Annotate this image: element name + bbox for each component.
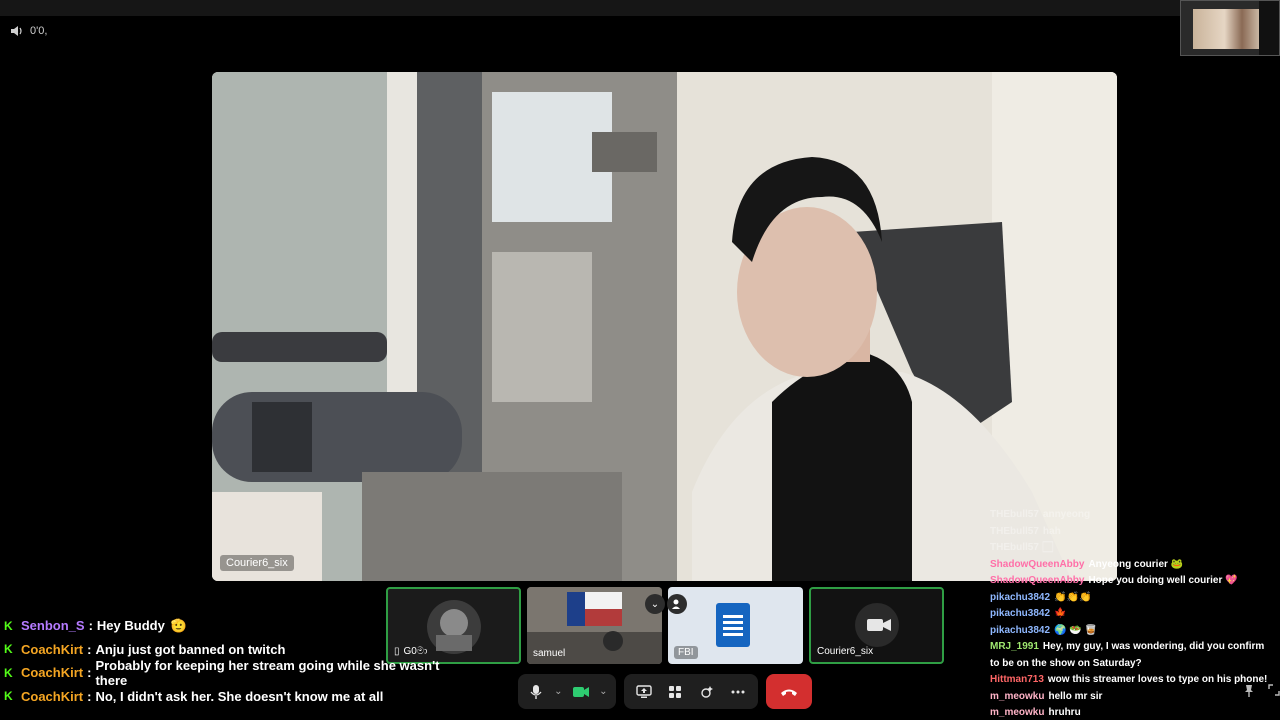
add-person-icon[interactable] <box>667 594 687 614</box>
chat-username: ShadowQueenAbby <box>990 575 1085 586</box>
chat-emoji: 🫡 <box>170 617 188 633</box>
participant-tile-3[interactable]: FBI <box>668 587 803 664</box>
chat-username: CoachKirt <box>20 665 84 681</box>
chat-separator: : <box>87 641 92 657</box>
preview-strip <box>1259 1 1279 55</box>
chat-text: 👏👏👏 <box>1054 591 1092 603</box>
preview-image <box>1193 9 1263 49</box>
av-controls: ⌄ ⌄ <box>518 674 616 709</box>
participant-name: FBI <box>674 646 698 659</box>
chat-message: m_meowku hruhru <box>990 705 1275 720</box>
chat-username: THEbull57 <box>990 525 1039 537</box>
chat-text: No, I didn't ask her. She doesn't know m… <box>95 688 384 704</box>
chat-message: THEbull57 🏻 <box>990 540 1275 557</box>
chat-username: m_meowku <box>990 707 1045 718</box>
share-controls <box>624 674 758 709</box>
chat-text: hruhru <box>1048 707 1081 718</box>
chat-separator: : <box>87 665 92 681</box>
chat-text: Hope you doing well courier 💖 <box>1088 575 1238 586</box>
chat-separator: : <box>87 688 92 704</box>
chat-username: Senbon_S <box>21 618 85 634</box>
microphone-icon[interactable] <box>524 678 548 706</box>
participant-name: Courier6_six <box>817 646 874 657</box>
participant-tile-2[interactable]: samuel <box>527 587 662 664</box>
chat-username: pikachu3842 <box>990 624 1051 636</box>
kick-badge-icon: K <box>4 665 13 680</box>
top-bar <box>0 0 1280 16</box>
end-call-button[interactable] <box>766 674 812 709</box>
chat-message: m_meowku hello mr sir <box>990 689 1275 706</box>
chat-message: THEbull57 hah <box>990 524 1275 541</box>
camera-icon[interactable] <box>569 678 593 706</box>
main-video-tile[interactable]: Courier6_six <box>212 72 1117 581</box>
chat-message: K CoachKirt : No, I didn't ask her. She … <box>4 685 474 709</box>
chat-text: hah <box>1042 525 1061 537</box>
effects-icon[interactable] <box>693 678 721 706</box>
chat-username: CoachKirt <box>21 641 84 657</box>
chat-message: Hittman713 wow this streamer loves to typ… <box>990 672 1275 689</box>
kick-badge-icon: K <box>4 642 13 657</box>
chat-overlay-right: THEbull57 annyeong THEbull57 hah THEbull57… <box>990 507 1275 720</box>
speaker-name-label: Courier6_six <box>220 555 294 571</box>
participant-label: Courier6_six <box>817 646 873 657</box>
chat-message: ShadowQueenAbby Hope you doing well couri… <box>990 573 1275 590</box>
participant-label: samuel <box>533 648 565 659</box>
chat-username: MRJ_1991 <box>990 641 1039 652</box>
pin-icon[interactable] <box>1242 684 1256 698</box>
chat-text: Hey Buddy <box>96 618 165 634</box>
chat-username: ShadowQueenAbby <box>990 558 1085 570</box>
thumbnail-controls: ⌄ <box>645 594 687 614</box>
chat-text: 🍁 <box>1054 608 1067 619</box>
kick-badge-icon: K <box>4 689 13 704</box>
chat-text: Anju just got banned on twitch <box>95 641 286 657</box>
volume-control[interactable]: 0'0, <box>10 25 47 37</box>
chat-username: m_meowku <box>990 690 1045 702</box>
chat-username: pikachu3842 <box>990 608 1051 619</box>
chat-text: annyeong <box>1042 509 1091 520</box>
chat-separator: : <box>88 618 93 634</box>
kick-badge-icon: K <box>4 618 13 633</box>
more-icon[interactable] <box>725 678 753 706</box>
chat-username: CoachKirt <box>21 688 84 704</box>
chat-message: pikachu3842 🍁 <box>990 606 1275 623</box>
camera-options-chevron-icon[interactable]: ⌄ <box>597 678 610 706</box>
participant-tile-4[interactable]: Courier6_six <box>809 587 944 664</box>
chat-text: Probably for keeping her stream going wh… <box>95 657 440 688</box>
chat-text: hello mr sir <box>1048 690 1103 702</box>
chat-message: pikachu3842 👏👏👏 <box>990 590 1275 607</box>
chat-username: Hittman713 <box>990 674 1044 685</box>
end-call-icon <box>781 689 797 696</box>
chat-message: MRJ_1991 Hey, my guy, I was wondering, di… <box>990 639 1275 672</box>
chat-message: ShadowQueenAbby Anyeong courier 🐸 <box>990 557 1275 574</box>
chat-message: K CoachKirt : Probably for keeping her s… <box>4 657 474 688</box>
chat-text: wow this streamer loves to type on his p… <box>1047 674 1268 685</box>
mic-options-chevron-icon[interactable]: ⌄ <box>552 678 565 706</box>
apps-icon[interactable] <box>662 678 690 706</box>
chat-text: 🏻 <box>1042 542 1053 553</box>
chat-username: pikachu3842 <box>990 591 1051 603</box>
chat-username: THEbull57 <box>990 542 1039 553</box>
speaker-icon <box>11 26 22 36</box>
expand-icon[interactable] <box>1268 684 1280 696</box>
chevron-down-icon[interactable]: ⌄ <box>645 594 665 614</box>
document-icon <box>716 603 750 647</box>
chat-message: K Senbon_S : Hey Buddy 🫡 <box>4 614 474 638</box>
chat-overlay-left: K Senbon_S : Hey Buddy 🫡 K CoachKirt : A… <box>4 614 474 708</box>
stream-preview-thumbnail[interactable] <box>1180 0 1280 56</box>
chat-username: THEbull57 <box>990 509 1039 520</box>
chat-message: THEbull57 annyeong <box>990 507 1275 524</box>
chat-text: Anyeong courier 🐸 <box>1088 558 1184 570</box>
chat-text: 🌍 🥗 🥃 <box>1054 624 1097 636</box>
screen-share-icon[interactable] <box>630 678 658 706</box>
volume-label: 0'0, <box>30 25 48 37</box>
participant-name: samuel <box>533 648 566 659</box>
chat-message: pikachu3842 🌍 🥗 🥃 <box>990 623 1275 640</box>
